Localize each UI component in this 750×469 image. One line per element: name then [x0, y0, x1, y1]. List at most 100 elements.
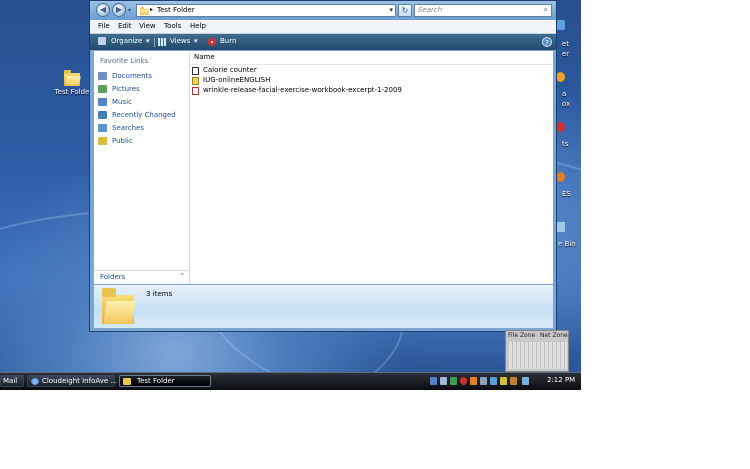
file-item[interactable]: wrinkle-release-facial-exercise-workbook…: [192, 86, 492, 96]
back-button[interactable]: ◀: [96, 3, 110, 17]
address-path[interactable]: Test Folder: [157, 6, 195, 14]
navigation-pane: Favorite Links Documents Pictures Music …: [94, 51, 190, 284]
desktop-folder-icon[interactable]: Test Folde: [52, 70, 92, 96]
explorer-window: ◀ ▶ ▾ ▸ Test Folder ▾ ↻ Search ⌕ File Ed…: [89, 0, 557, 332]
burn-icon: [208, 38, 216, 46]
command-toolbar: Organize ▾ Views ▾ Burn ?: [90, 34, 556, 50]
organize-dropdown-icon[interactable]: ▾: [146, 37, 150, 45]
taskbar-item-label: Test Folder: [137, 377, 175, 385]
burn-button[interactable]: Burn: [220, 37, 236, 45]
organize-button[interactable]: Organize: [111, 37, 142, 45]
refresh-button[interactable]: ↻: [398, 4, 412, 17]
documents-icon: [98, 72, 107, 80]
help-icon[interactable]: ?: [542, 37, 552, 47]
sidebar-item-label: Searches: [112, 124, 145, 132]
taskbar-item-browser[interactable]: Cloudeight InfoAve ...: [27, 375, 118, 387]
taskbar-item-mail[interactable]: Mail: [0, 375, 24, 387]
views-dropdown-icon[interactable]: ▾: [194, 37, 198, 45]
taskbar: Mail Cloudeight InfoAve ... Test Folder …: [0, 372, 581, 390]
column-header-label: Name: [194, 53, 215, 61]
sidebar-item-label: Public: [112, 137, 133, 145]
file-item[interactable]: IUG-onlineENGLISH: [192, 76, 492, 86]
desktop-label[interactable]: e Bin: [558, 240, 576, 248]
desktop-label[interactable]: ox: [562, 100, 570, 108]
favorite-links-title: Favorite Links: [100, 57, 149, 65]
recycle-bin-icon[interactable]: [556, 222, 565, 232]
desktop-app-icon[interactable]: [556, 72, 565, 82]
item-count: 3 items: [146, 290, 173, 298]
menu-tools[interactable]: Tools: [164, 22, 181, 30]
details-pane: 3 items: [94, 285, 553, 328]
taskbar-item-test-folder[interactable]: Test Folder: [119, 375, 211, 387]
breadcrumb-chevron-icon[interactable]: ▸: [150, 6, 153, 13]
sidebar-item-label: Documents: [112, 72, 152, 80]
search-icon[interactable]: ⌕: [544, 5, 548, 15]
tray-security-icon[interactable]: [460, 377, 467, 385]
forward-button[interactable]: ▶: [112, 3, 126, 17]
system-tray: [430, 375, 530, 388]
toolbar-divider: [154, 38, 155, 47]
tray-network-icon[interactable]: [430, 377, 437, 385]
taskbar-item-label: Cloudeight InfoAve ...: [42, 377, 118, 385]
clock[interactable]: 2:12 PM: [547, 376, 575, 384]
menu-edit[interactable]: Edit: [118, 22, 132, 30]
tray-app-icon[interactable]: [480, 377, 487, 385]
address-field[interactable]: ▸ Test Folder ▾: [136, 4, 396, 17]
column-header-name[interactable]: Name: [190, 51, 553, 65]
desktop-label[interactable]: ES: [562, 190, 571, 198]
file-item[interactable]: Calorie counter: [192, 66, 492, 76]
sidebar-item-music[interactable]: Music: [98, 97, 188, 108]
sidebar-item-label: Recently Changed: [112, 111, 176, 119]
sidebar-item-documents[interactable]: Documents: [98, 71, 188, 82]
file-name: Calorie counter: [203, 66, 257, 74]
tray-app-icon[interactable]: [510, 377, 517, 385]
tray-volume-icon[interactable]: [522, 377, 529, 385]
desktop-label[interactable]: er: [562, 50, 569, 58]
sidebar-item-searches[interactable]: Searches: [98, 123, 188, 134]
desktop-app-icon[interactable]: [556, 122, 565, 132]
organize-icon: [98, 37, 106, 45]
desktop-app-icon[interactable]: [556, 20, 565, 30]
menu-file[interactable]: File: [98, 22, 110, 30]
pictures-icon: [98, 85, 107, 93]
desktop-label[interactable]: a: [562, 90, 566, 98]
search-input[interactable]: Search ⌕: [414, 4, 552, 17]
sidebar-item-label: Pictures: [112, 85, 140, 93]
file-name: wrinkle-release-facial-exercise-workbook…: [203, 86, 402, 94]
file-list-pane: Name Calorie counter IUG-onlineENGLISH w…: [190, 51, 553, 284]
sidebar-item-recently-changed[interactable]: Recently Changed: [98, 110, 188, 121]
history-dropdown-icon[interactable]: ▾: [128, 7, 131, 14]
search-placeholder: Search: [418, 6, 443, 14]
gadget-meter: [509, 342, 567, 369]
chevron-up-icon[interactable]: ⌃: [179, 272, 185, 280]
desktop-folder-label: Test Folde: [54, 88, 90, 96]
zone-gadget[interactable]: File Zone Net Zone: [505, 330, 569, 372]
desktop: Test Folde et er a ox ts ES e Bin ◀ ▶ ▾ …: [0, 0, 581, 372]
pdf-icon: [192, 87, 199, 95]
gadget-label-right: Net Zone: [540, 332, 568, 339]
taskbar-item-label: Mail: [3, 377, 18, 385]
searches-icon: [98, 124, 107, 132]
desktop-label[interactable]: ts: [562, 140, 568, 148]
menu-view[interactable]: View: [139, 22, 156, 30]
desktop-app-icon[interactable]: [556, 172, 565, 182]
sidebar-item-label: Music: [112, 98, 132, 106]
views-button[interactable]: Views: [170, 37, 190, 45]
tray-app-icon[interactable]: [500, 377, 507, 385]
tray-mail-icon[interactable]: [440, 377, 447, 385]
sidebar-item-pictures[interactable]: Pictures: [98, 84, 188, 95]
desktop-label[interactable]: et: [562, 40, 569, 48]
folders-toggle[interactable]: Folders ⌃: [94, 270, 189, 284]
tray-app-icon[interactable]: [470, 377, 477, 385]
sidebar-item-public[interactable]: Public: [98, 136, 188, 147]
address-bar-area: ◀ ▶ ▾ ▸ Test Folder ▾ ↻ Search ⌕: [90, 1, 556, 20]
folders-label: Folders: [100, 273, 126, 281]
tray-app-icon[interactable]: [450, 377, 457, 385]
address-dropdown-icon[interactable]: ▾: [389, 6, 393, 14]
menu-help[interactable]: Help: [190, 22, 206, 30]
file-name: IUG-onlineENGLISH: [203, 76, 271, 84]
public-folder-icon: [98, 137, 107, 145]
browser-icon: [31, 378, 39, 385]
tray-app-icon[interactable]: [490, 377, 497, 385]
recent-icon: [98, 111, 107, 119]
